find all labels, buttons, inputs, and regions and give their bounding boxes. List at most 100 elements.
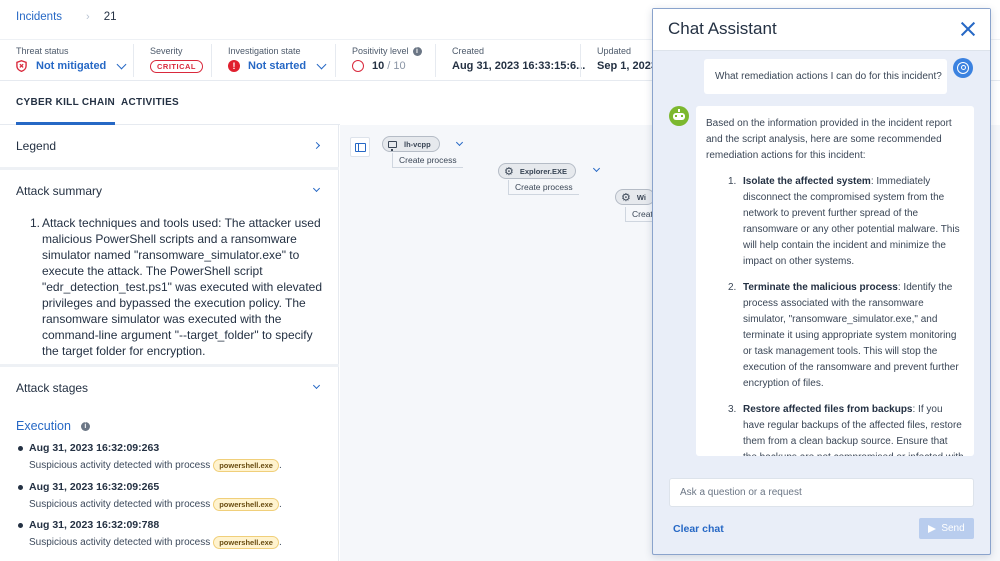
incident-page: Incidents › 21 Threat status Not mitigat…	[0, 0, 1000, 561]
bullet-icon	[18, 446, 23, 451]
list-number: 1.	[728, 176, 737, 187]
investigation-state-field: Investigation state ! Not started	[228, 40, 327, 81]
event-description: Suspicious activity detected with proces…	[29, 460, 211, 471]
divider	[580, 44, 581, 77]
threat-status-label: Threat status	[16, 46, 69, 56]
attack-summary-title: Attack summary	[16, 184, 103, 198]
positivity-level-max: / 10	[387, 60, 406, 72]
list-item: 3. Restore affected files from backups: …	[706, 402, 964, 456]
chevron-down-icon	[312, 381, 321, 390]
attack-summary-text: Attack techniques and tools used: The at…	[42, 216, 323, 358]
graph-node-explorer[interactable]: ⚙ Explorer.EXE	[498, 163, 576, 179]
divider	[435, 44, 436, 77]
chevron-down-icon	[312, 184, 321, 193]
clear-chat-button[interactable]: Clear chat	[673, 523, 724, 535]
chevron-down-icon	[316, 59, 327, 69]
close-icon[interactable]	[960, 21, 976, 37]
node-label: Wi	[636, 192, 646, 202]
chevron-right-icon	[312, 141, 321, 150]
remediation-list: 1. Isolate the affected system: Immediat…	[706, 174, 964, 456]
chat-input[interactable]	[680, 487, 973, 498]
chat-header: Chat Assistant	[653, 9, 990, 51]
info-icon[interactable]: i	[412, 46, 422, 56]
user-message: What remediation actions I can do for th…	[704, 59, 947, 94]
execution-stage-label: Execution	[16, 419, 71, 433]
left-pane: Legend Attack summary 1. Attack techniqu…	[0, 125, 339, 561]
process-badge[interactable]: powershell.exe	[213, 536, 279, 549]
send-button[interactable]: Send	[919, 518, 974, 539]
breadcrumb-incidents-link[interactable]: Incidents	[16, 11, 62, 23]
user-avatar-icon	[953, 58, 973, 78]
gear-icon: ⚙	[621, 191, 631, 204]
edge-label: Create process	[508, 180, 579, 195]
created-field: Created Aug 31, 2023 16:33:15:6...	[452, 40, 585, 81]
graph-node-process[interactable]: ⚙ Wi	[615, 189, 652, 205]
threat-status-field: Threat status Not mitigated	[16, 40, 127, 81]
attack-stages-header[interactable]: Attack stages	[0, 367, 339, 409]
attack-summary-header[interactable]: Attack summary	[0, 170, 339, 212]
threat-status-dropdown[interactable]: Not mitigated	[16, 59, 127, 72]
event-description: Suspicious activity detected with proces…	[29, 499, 211, 510]
gear-icon: ⚙	[504, 165, 514, 178]
sidebar-panel-icon	[354, 142, 366, 152]
bot-avatar-icon	[669, 106, 689, 126]
chevron-down-icon[interactable]	[592, 164, 601, 173]
edge-label: Create process	[392, 153, 463, 168]
graph-node-host[interactable]: lh-vcpp	[382, 136, 440, 152]
list-number: 1.	[30, 216, 41, 230]
chat-title: Chat Assistant	[668, 19, 777, 38]
bot-intro: Based on the information provided in the…	[706, 118, 952, 161]
list-item: 1. Isolate the affected system: Immediat…	[706, 174, 964, 270]
divider	[335, 44, 336, 77]
created-value: Aug 31, 2023 16:33:15:6...	[452, 60, 586, 72]
divider	[133, 44, 134, 77]
process-badge[interactable]: powershell.exe	[213, 498, 279, 511]
exclamation-circle-icon: !	[228, 60, 240, 72]
bot-message: Based on the information provided in the…	[696, 106, 974, 456]
severity-field: Severity CRITICAL	[150, 40, 203, 81]
item-text: : Identify the process associated with t…	[743, 282, 959, 389]
item-text: : Immediately disconnect the compromised…	[743, 176, 960, 267]
tab-cyber-kill-chain[interactable]: CYBER KILL CHAIN	[16, 97, 116, 125]
monitor-icon	[388, 140, 397, 151]
attack-summary-list: 1. Attack techniques and tools used: The…	[28, 215, 328, 359]
threat-status-value: Not mitigated	[36, 60, 107, 72]
created-label: Created	[452, 46, 485, 56]
item-title: Restore affected files from backups	[743, 404, 913, 415]
severity-label: Severity	[150, 46, 183, 56]
process-badge[interactable]: powershell.exe	[213, 459, 279, 472]
item-title: Isolate the affected system	[743, 176, 871, 187]
list-number: 2.	[728, 282, 737, 293]
event-description: Suspicious activity detected with proces…	[29, 537, 211, 548]
info-icon[interactable]: i	[80, 421, 90, 431]
positivity-level-label: Positivity level	[352, 46, 409, 56]
node-label: Explorer.EXE	[519, 166, 567, 176]
list-item: 2. Terminate the malicious process: Iden…	[706, 280, 964, 392]
positivity-level-field: Positivity level i 10 / 10	[352, 40, 422, 81]
legend-section-header[interactable]: Legend	[0, 125, 339, 167]
attack-stages-title: Attack stages	[16, 381, 89, 395]
legend-title: Legend	[16, 139, 57, 153]
execution-stage-title: Execution i	[16, 419, 90, 433]
tab-activities[interactable]: ACTIVITIES	[121, 97, 179, 108]
toggle-panel-button[interactable]	[350, 137, 370, 157]
breadcrumb: Incidents › 21	[16, 11, 117, 23]
send-label: Send	[941, 523, 965, 534]
item-title: Terminate the malicious process	[743, 282, 898, 293]
shield-x-icon	[16, 60, 27, 72]
event-timestamp: Aug 31, 2023 16:32:09:263	[29, 442, 160, 454]
investigation-state-label: Investigation state	[228, 46, 301, 56]
positivity-level-value: 10	[372, 60, 385, 72]
event-timestamp: Aug 31, 2023 16:32:09:265	[29, 481, 160, 493]
bullet-icon	[18, 485, 23, 490]
chat-input-field[interactable]	[669, 478, 974, 507]
node-label: lh-vcpp	[404, 139, 431, 149]
investigation-state-dropdown[interactable]: ! Not started	[228, 59, 327, 72]
kill-chain-graph[interactable]: Create process lh-vcpp Create process ⚙ …	[340, 125, 652, 561]
severity-badge: CRITICAL	[150, 60, 203, 73]
chat-assistant-panel: Chat Assistant What remediation actions …	[652, 8, 991, 555]
breadcrumb-current: 21	[103, 11, 117, 23]
divider	[211, 44, 212, 77]
chevron-down-icon[interactable]	[455, 138, 464, 147]
positivity-ring-icon	[352, 60, 364, 72]
